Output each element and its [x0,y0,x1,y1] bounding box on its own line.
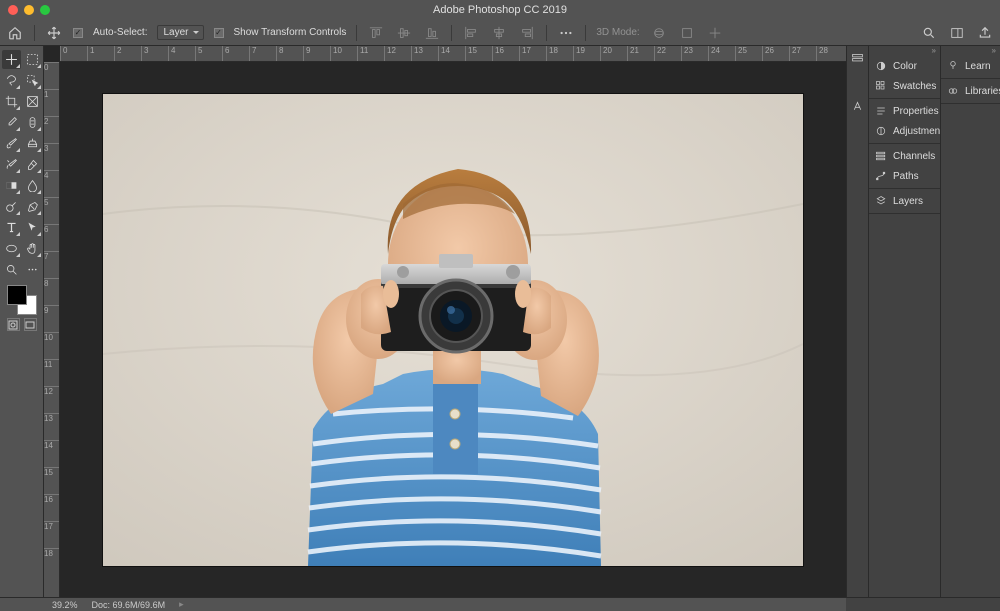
canvas-stage[interactable] [60,62,846,597]
panel-color[interactable]: Color [869,56,940,76]
align-vcenter-icon[interactable] [395,24,413,42]
healing-tool[interactable] [23,113,42,132]
more-options-icon[interactable] [557,24,575,42]
quick-mask-icon[interactable] [7,318,20,331]
dock-strip [846,46,868,597]
fg-color-swatch[interactable] [7,285,27,305]
panel-color-label: Color [893,61,917,72]
status-zoom[interactable]: 39.2% [52,600,78,610]
panel-swatches[interactable]: Swatches [869,76,940,96]
tools-panel [0,46,44,597]
eraser-tool[interactable] [23,155,42,174]
panel-paths[interactable]: Paths [869,166,940,186]
show-transform-checkbox[interactable] [214,28,224,38]
options-bar: Auto-Select: Layer Show Transform Contro… [0,20,1000,46]
status-chevron-icon[interactable]: ▸ [179,599,184,610]
pen-tool[interactable] [23,197,42,216]
clone-stamp-tool[interactable] [23,134,42,153]
panel-properties-label: Properties [893,106,939,117]
right-dock: » Color Swatches Properties Adjustments … [846,46,1000,597]
status-bar: 39.2% Doc: 69.6M/69.6M ▸ [44,597,846,611]
brush-tool[interactable] [2,134,21,153]
align-left-icon[interactable] [462,24,480,42]
app-title: Adobe Photoshop CC 2019 [0,4,1000,16]
hand-tool[interactable] [23,239,42,258]
collapse-icon[interactable]: » [941,46,1000,54]
panel-channels[interactable]: Channels [869,146,940,166]
dodge-tool[interactable] [2,197,21,216]
home-icon[interactable] [6,24,24,42]
panel-layers[interactable]: Layers [869,191,940,211]
document-image [103,94,803,566]
panels-column-side: » Learn Libraries [940,46,1000,597]
panel-learn-label: Learn [965,61,991,72]
fg-bg-swatch[interactable] [7,285,37,315]
panel-layers-label: Layers [893,196,923,207]
collapse-icon[interactable]: » [869,46,940,54]
eyedropper-tool[interactable] [2,113,21,132]
quick-select-tool[interactable] [23,71,42,90]
edit-toolbar-icon[interactable] [23,260,42,279]
type-tool[interactable] [2,218,21,237]
marquee-tool[interactable] [23,50,42,69]
move-tool[interactable] [2,50,21,69]
ruler-vertical[interactable]: 0123456789101112131415161718 [44,62,60,597]
3d-slide-icon[interactable] [706,24,724,42]
align-top-icon[interactable] [367,24,385,42]
auto-select-label: Auto-Select: [93,27,147,38]
workspace-switcher-icon[interactable] [948,24,966,42]
path-select-tool[interactable] [23,218,42,237]
panel-libraries-label: Libraries [965,86,1000,97]
show-transform-label: Show Transform Controls [234,27,347,38]
align-bottom-icon[interactable] [423,24,441,42]
panel-group-dock-icon[interactable] [851,52,864,68]
3d-pan-icon[interactable] [678,24,696,42]
status-doc[interactable]: Doc: 69.6M/69.6M [92,600,166,610]
move-tool-icon[interactable] [45,24,63,42]
canvas-area: 0123456789101112131415161718192021222324… [44,46,846,597]
panel-adjustments[interactable]: Adjustments [869,121,940,141]
lasso-tool[interactable] [2,71,21,90]
character-dock-icon[interactable] [851,100,864,116]
gradient-tool[interactable] [2,176,21,195]
shape-tool[interactable] [2,239,21,258]
ruler-horizontal[interactable]: 0123456789101112131415161718192021222324… [60,46,846,62]
blur-tool[interactable] [23,176,42,195]
history-brush-tool[interactable] [2,155,21,174]
3d-mode-label: 3D Mode: [596,27,639,38]
auto-select-checkbox[interactable] [73,28,83,38]
panel-swatches-label: Swatches [893,81,936,92]
frame-tool[interactable] [23,92,42,111]
panel-properties[interactable]: Properties [869,101,940,121]
share-icon[interactable] [976,24,994,42]
screen-mode-icon[interactable] [24,318,37,331]
3d-orbit-icon[interactable] [650,24,668,42]
panel-channels-label: Channels [893,151,935,162]
panel-learn[interactable]: Learn [941,56,1000,76]
zoom-tool[interactable] [2,260,21,279]
panel-libraries[interactable]: Libraries [941,81,1000,101]
auto-select-target-select[interactable]: Layer [157,25,203,40]
crop-tool[interactable] [2,92,21,111]
titlebar: Adobe Photoshop CC 2019 [0,0,1000,20]
search-icon[interactable] [920,24,938,42]
document-artboard[interactable] [103,94,803,566]
align-hcenter-icon[interactable] [490,24,508,42]
panels-column-main: » Color Swatches Properties Adjustments … [868,46,940,597]
panel-paths-label: Paths [893,171,919,182]
align-right-icon[interactable] [518,24,536,42]
